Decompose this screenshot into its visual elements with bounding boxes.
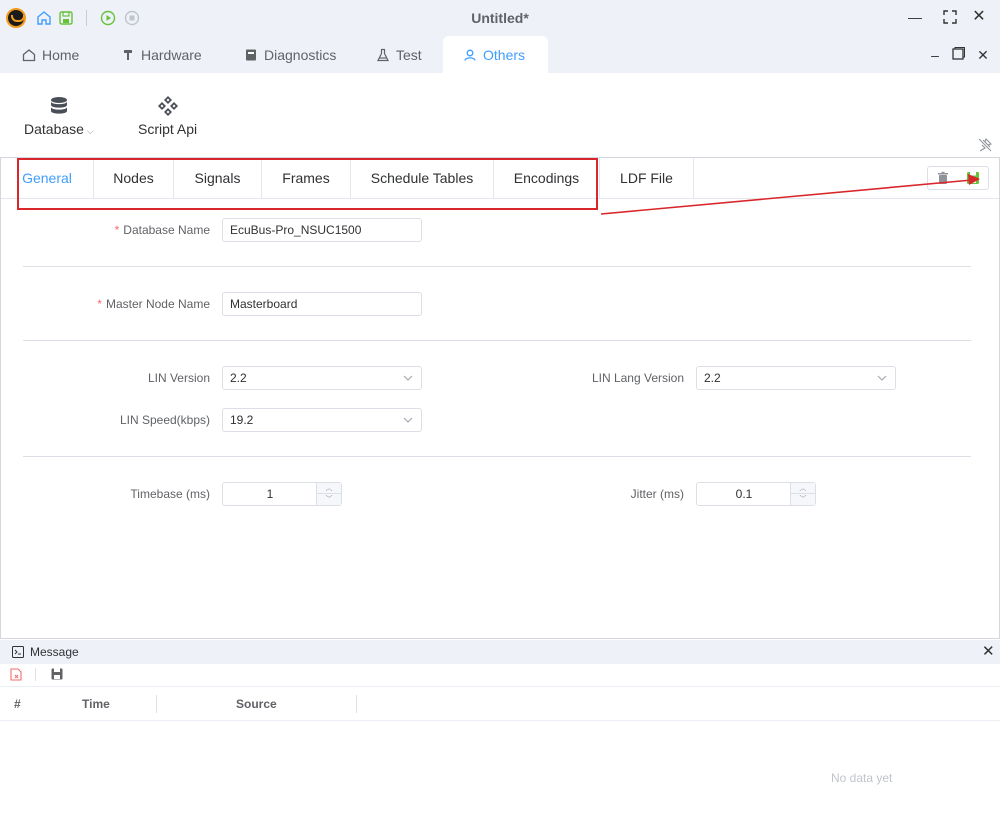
message-title: Message bbox=[30, 645, 79, 659]
diagnostics-icon bbox=[246, 49, 256, 60]
chevron-down-icon bbox=[403, 417, 413, 423]
minimize-icon[interactable]: — bbox=[906, 8, 924, 26]
message-toolbar bbox=[0, 664, 1000, 686]
hardware-icon bbox=[124, 49, 132, 60]
chevron-down-icon bbox=[877, 375, 887, 381]
number-value: 0.1 bbox=[735, 487, 753, 501]
decrement-icon[interactable]: ﹀ bbox=[317, 494, 341, 505]
required-mark: * bbox=[97, 297, 102, 311]
required-mark: * bbox=[114, 223, 120, 237]
label-text: Database Name bbox=[123, 223, 210, 237]
tab-label: Hardware bbox=[141, 46, 202, 63]
tab-hardware[interactable]: Hardware bbox=[101, 36, 222, 73]
column-resizer[interactable] bbox=[156, 695, 157, 713]
tab-home[interactable]: Home bbox=[2, 36, 99, 73]
close-icon[interactable]: ✕ bbox=[970, 8, 988, 26]
title-bar: Untitled* — ✕ bbox=[0, 0, 1000, 36]
terminal-icon bbox=[12, 646, 24, 658]
lin-lang-version-select[interactable]: 2.2 bbox=[696, 366, 896, 390]
unpin-icon[interactable] bbox=[978, 138, 992, 152]
increment-icon[interactable]: ︿ bbox=[317, 483, 341, 494]
chevron-down-icon bbox=[403, 375, 413, 381]
empty-state-text: No data yet bbox=[831, 771, 893, 785]
select-value: 19.2 bbox=[230, 413, 254, 427]
delete-icon[interactable] bbox=[936, 171, 950, 185]
database-name-input[interactable]: EcuBus-Pro_NSUC1500 bbox=[222, 218, 422, 242]
maximize-icon[interactable] bbox=[941, 8, 959, 26]
jitter-label: Jitter (ms) bbox=[630, 487, 684, 501]
lin-version-select[interactable]: 2.2 bbox=[222, 366, 422, 390]
lin-speed-select[interactable]: 19.2 bbox=[222, 408, 422, 432]
decrement-icon[interactable]: ﹀ bbox=[791, 494, 815, 505]
lin-version-label: LIN Version bbox=[147, 371, 210, 385]
tab-label: Others bbox=[483, 46, 526, 63]
timebase-input[interactable]: 1 ︿ ﹀ bbox=[222, 482, 342, 506]
jitter-input[interactable]: 0.1 ︿ ﹀ bbox=[696, 482, 816, 506]
label-text: Master Node Name bbox=[105, 297, 210, 311]
database-icon bbox=[50, 97, 67, 114]
tab-ldf-file[interactable]: LDF File bbox=[600, 158, 694, 199]
user-icon bbox=[464, 49, 476, 61]
main-tab-bar: Home Hardware Diagnostics Test Others – … bbox=[0, 36, 1000, 73]
tab-label: Test bbox=[396, 46, 422, 63]
database-label: Database bbox=[24, 121, 84, 137]
section-divider bbox=[23, 456, 971, 457]
database-name-label: * Database Name bbox=[21, 223, 210, 237]
script-api-icon bbox=[157, 96, 178, 116]
minimize-icon[interactable]: – bbox=[926, 46, 944, 64]
message-panel-header: Message ✕ bbox=[0, 640, 1000, 664]
column-resizer[interactable] bbox=[356, 695, 357, 713]
ribbon: Database ⌵ Script Api bbox=[0, 73, 1000, 157]
message-table-body: No data yet bbox=[0, 721, 1000, 839]
script-api-button[interactable]: Script Api bbox=[138, 95, 197, 137]
chevron-down-icon: ⌵ bbox=[86, 126, 94, 136]
column-header-source[interactable]: Source bbox=[236, 697, 277, 711]
tab-diagnostics[interactable]: Diagnostics bbox=[224, 36, 356, 73]
flask-icon bbox=[377, 48, 389, 61]
restore-icon[interactable] bbox=[950, 46, 966, 62]
master-node-name-input[interactable]: Masterboard bbox=[222, 292, 422, 316]
annotation-highlight-box bbox=[17, 158, 598, 210]
number-stepper: ︿ ﹀ bbox=[790, 483, 815, 505]
lin-speed-label: LIN Speed(kbps) bbox=[119, 413, 210, 427]
window-title: Untitled* bbox=[471, 10, 529, 26]
close-icon[interactable]: ✕ bbox=[982, 642, 995, 660]
home-icon bbox=[22, 48, 36, 61]
clear-log-icon[interactable] bbox=[10, 668, 22, 681]
column-header-time[interactable]: Time bbox=[82, 697, 110, 711]
select-value: 2.2 bbox=[704, 371, 721, 385]
master-node-name-label: * Master Node Name bbox=[21, 297, 210, 311]
tab-label: Home bbox=[42, 46, 80, 63]
database-button[interactable]: Database ⌵ bbox=[24, 95, 94, 137]
save-icon[interactable] bbox=[966, 171, 980, 185]
select-value: 2.2 bbox=[230, 371, 247, 385]
toolbar-divider bbox=[35, 668, 36, 681]
increment-icon[interactable]: ︿ bbox=[791, 483, 815, 494]
number-stepper: ︿ ﹀ bbox=[316, 483, 341, 505]
message-table-header: # Time Source bbox=[0, 686, 1000, 721]
tab-test[interactable]: Test bbox=[356, 36, 442, 73]
column-header-index[interactable]: # bbox=[14, 697, 21, 711]
close-icon[interactable]: ✕ bbox=[974, 46, 992, 64]
tab-others[interactable]: Others bbox=[443, 36, 548, 73]
section-divider bbox=[23, 340, 971, 341]
tab-label: Diagnostics bbox=[264, 46, 337, 63]
script-api-label: Script Api bbox=[138, 121, 198, 137]
panel-action-buttons bbox=[927, 166, 989, 190]
database-panel: General Nodes Signals Frames Schedule Ta… bbox=[0, 157, 1000, 639]
section-divider bbox=[23, 266, 971, 267]
save-icon[interactable] bbox=[51, 668, 63, 680]
timebase-label: Timebase (ms) bbox=[130, 487, 210, 501]
lin-lang-version-label: LIN Lang Version bbox=[591, 371, 684, 385]
number-value: 1 bbox=[266, 487, 274, 501]
